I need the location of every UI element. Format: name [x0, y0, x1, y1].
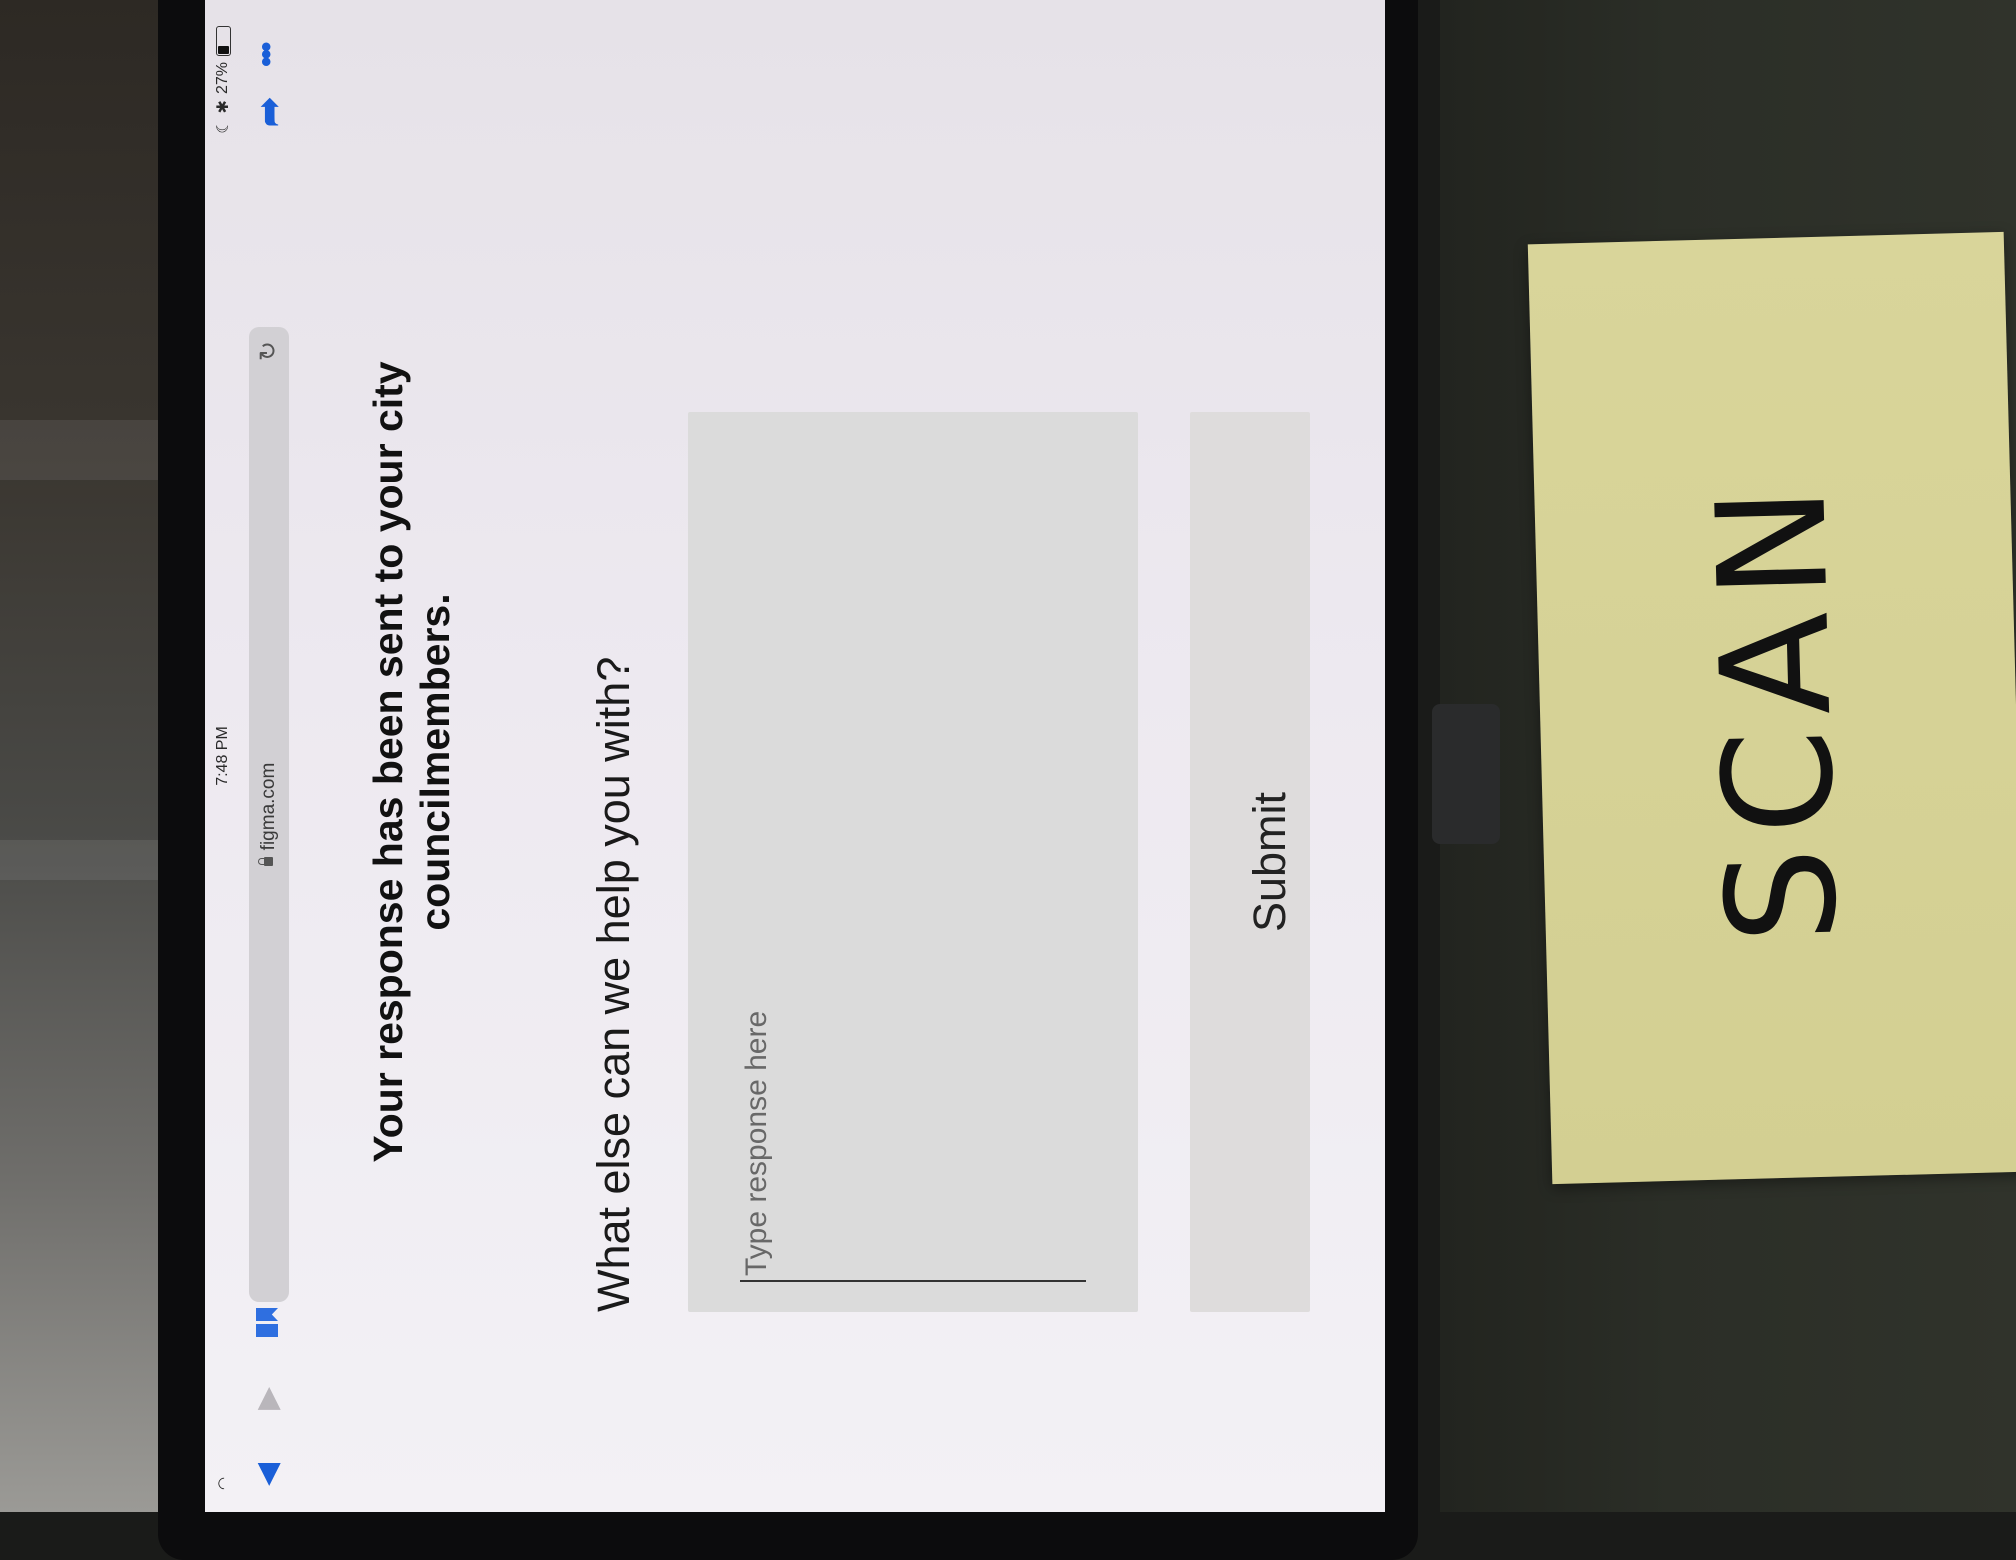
tablet-side-button [1432, 704, 1500, 844]
status-bar: ◠ 7:48 PM ☾ ✱ 27% [205, 0, 239, 1512]
bookmarks-icon[interactable] [256, 1307, 278, 1337]
tablet-screen: ◠ 7:48 PM ☾ ✱ 27% ◀ ▶ figma.com ↻ ➦ ••• … [205, 0, 1385, 1512]
response-input-container[interactable] [688, 412, 1138, 1312]
share-icon[interactable]: ➦ [248, 97, 289, 127]
status-right-group: ☾ ✱ 27% [213, 26, 233, 134]
web-page: ◠ 7:48 PM ☾ ✱ 27% ◀ ▶ figma.com ↻ ➦ ••• … [205, 0, 1385, 1512]
sticky-note-text: SCAN [1684, 470, 1872, 946]
floor-reflection [0, 840, 170, 880]
address-bar[interactable]: figma.com ↻ [249, 327, 289, 1302]
bookmarks-icon-page [256, 1308, 278, 1321]
submit-button[interactable]: Submit [1190, 412, 1310, 1312]
lock-icon [264, 857, 273, 867]
battery-level [217, 46, 229, 54]
follow-up-question: What else can we help you with? [588, 656, 639, 1312]
url-text: figma.com [258, 762, 279, 851]
moon-icon: ☾ [215, 119, 232, 134]
status-time: 7:48 PM [214, 726, 231, 786]
chevron-left-icon[interactable]: ◀ [251, 1463, 284, 1486]
photo-background-floor [0, 0, 170, 1512]
floor-reflection [0, 420, 170, 480]
response-input[interactable] [740, 436, 1086, 1282]
bluetooth-icon: ✱ [215, 100, 232, 114]
sticky-note: SCAN [1527, 231, 2016, 1185]
more-icon[interactable]: ••• [247, 44, 287, 67]
browser-toolbar: ◀ ▶ figma.com ↻ ➦ ••• [241, 0, 297, 1512]
confirmation-headline: Your response has been sent to your city… [365, 361, 458, 1163]
battery-percentage: 27% [214, 62, 231, 95]
chevron-right-icon[interactable]: ▶ [251, 1387, 284, 1410]
reload-icon[interactable]: ↻ [249, 341, 289, 361]
battery-icon [215, 26, 231, 56]
submit-button-label: Submit [1244, 791, 1295, 933]
bookmarks-icon-page [256, 1324, 278, 1337]
